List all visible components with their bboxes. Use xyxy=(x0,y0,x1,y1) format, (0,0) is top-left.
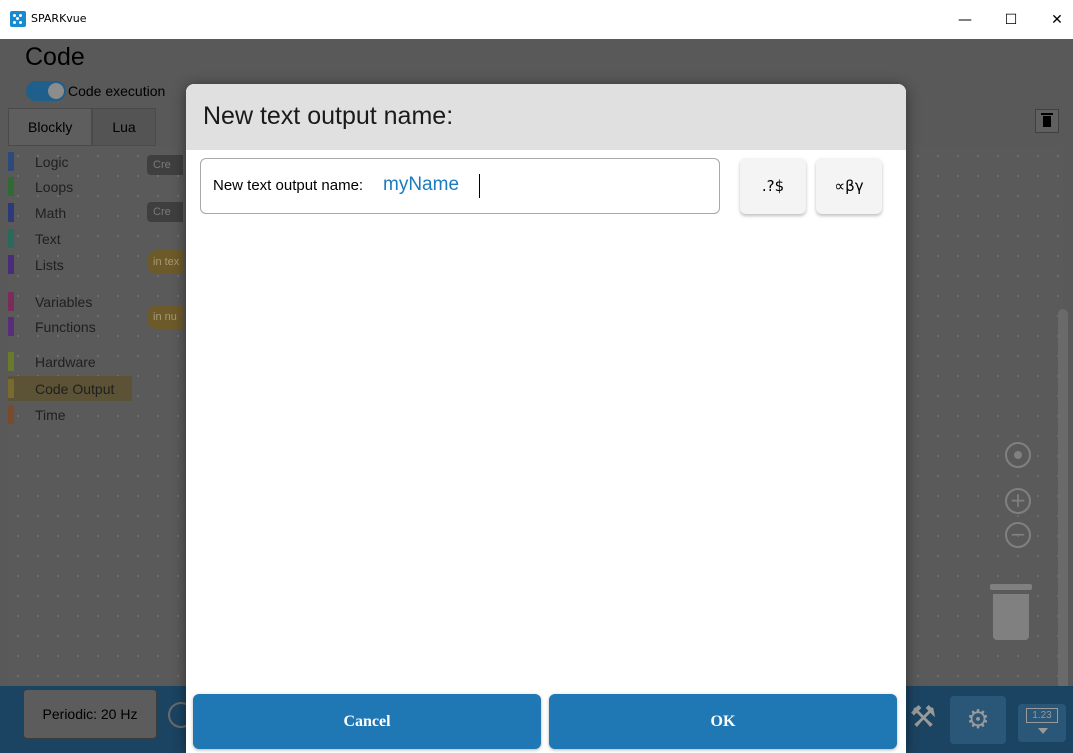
display-value: 1.23 xyxy=(1026,708,1058,723)
tab-blockly[interactable]: Blockly xyxy=(8,108,93,146)
greek-keyboard-button[interactable]: ∝βγ xyxy=(816,158,882,214)
sparkvue-window: SPARKvue — ☐ ✕ Code Code execution Block… xyxy=(0,0,1073,753)
code-execution-label: Code execution xyxy=(68,83,166,99)
category-functions[interactable]: Functions xyxy=(8,314,132,339)
category-color-bar xyxy=(8,352,14,371)
name-field[interactable]: New text output name: xyxy=(200,158,720,214)
cancel-button[interactable]: Cancel xyxy=(193,694,541,749)
category-label: Loops xyxy=(35,178,74,195)
category-math[interactable]: Math xyxy=(8,200,132,225)
category-hardware[interactable]: Hardware xyxy=(8,349,132,374)
category-color-bar xyxy=(8,405,14,424)
category-color-bar xyxy=(8,152,14,171)
text-caret xyxy=(479,174,480,198)
category-color-bar xyxy=(8,203,14,222)
dialog-title: New text output name: xyxy=(203,102,454,130)
category-color-bar xyxy=(8,229,14,248)
category-color-bar xyxy=(8,317,14,336)
category-time[interactable]: Time xyxy=(8,402,132,427)
delete-icon[interactable] xyxy=(1035,109,1059,133)
category-label: Functions xyxy=(35,318,96,335)
category-loops[interactable]: Loops xyxy=(8,174,132,199)
maximize-button[interactable]: ☐ xyxy=(988,0,1034,39)
workspace-vertical-scrollbar[interactable] xyxy=(1058,309,1068,689)
display-options-button[interactable]: 1.23 xyxy=(1018,704,1066,742)
category-label: Hardware xyxy=(35,353,96,370)
category-logic[interactable]: Logic xyxy=(8,149,132,174)
app-title: SPARKvue xyxy=(31,12,87,25)
category-color-bar xyxy=(8,177,14,196)
title-bar: SPARKvue — ☐ ✕ xyxy=(0,0,1073,39)
category-label: Variables xyxy=(35,293,93,310)
recenter-icon[interactable] xyxy=(1005,442,1031,468)
category-label: Logic xyxy=(35,153,69,170)
zoom-in-icon[interactable]: + xyxy=(1005,488,1031,514)
code-execution-toggle[interactable] xyxy=(26,81,66,101)
category-color-bar xyxy=(8,292,14,311)
workspace-trash-icon[interactable] xyxy=(990,584,1032,640)
sparkvue-app-icon xyxy=(10,11,26,27)
minimize-button[interactable]: — xyxy=(942,0,988,39)
flyout-block[interactable]: Cre xyxy=(147,202,183,222)
category-label: Text xyxy=(35,230,61,247)
category-label: Time xyxy=(35,406,66,423)
flyout-block[interactable]: in nu xyxy=(147,305,183,329)
category-text[interactable]: Text xyxy=(8,226,132,251)
hardware-settings-icon[interactable]: ⚙ xyxy=(950,696,1006,744)
category-variables[interactable]: Variables xyxy=(8,289,132,314)
name-field-label: New text output name: xyxy=(213,177,364,194)
category-color-bar xyxy=(8,255,14,274)
tools-icon[interactable]: ⚒ xyxy=(904,698,942,738)
page-title: Code xyxy=(25,43,85,71)
symbols-keyboard-button[interactable]: .?$ xyxy=(740,158,806,214)
chevron-down-icon xyxy=(1038,728,1048,734)
category-code-output[interactable]: Code Output xyxy=(8,376,132,401)
flyout-block[interactable]: Cre xyxy=(147,155,183,175)
category-label: Math xyxy=(35,204,67,221)
category-color-bar xyxy=(8,379,14,398)
category-label: Code Output xyxy=(35,380,115,397)
tab-lua[interactable]: Lua xyxy=(92,108,156,146)
close-button[interactable]: ✕ xyxy=(1034,0,1073,39)
sampling-rate-button[interactable]: Periodic: 20 Hz xyxy=(23,689,157,739)
name-input[interactable] xyxy=(383,171,703,199)
dialog-header: New text output name: xyxy=(186,84,906,150)
editor-tabs: Blockly Lua xyxy=(8,108,156,146)
flyout-block[interactable]: in tex xyxy=(147,250,183,274)
zoom-out-icon[interactable]: − xyxy=(1005,522,1031,548)
category-lists[interactable]: Lists xyxy=(8,252,132,277)
category-label: Lists xyxy=(35,256,64,273)
rename-dialog: New text output name: New text output na… xyxy=(186,84,906,753)
ok-button[interactable]: OK xyxy=(549,694,897,749)
